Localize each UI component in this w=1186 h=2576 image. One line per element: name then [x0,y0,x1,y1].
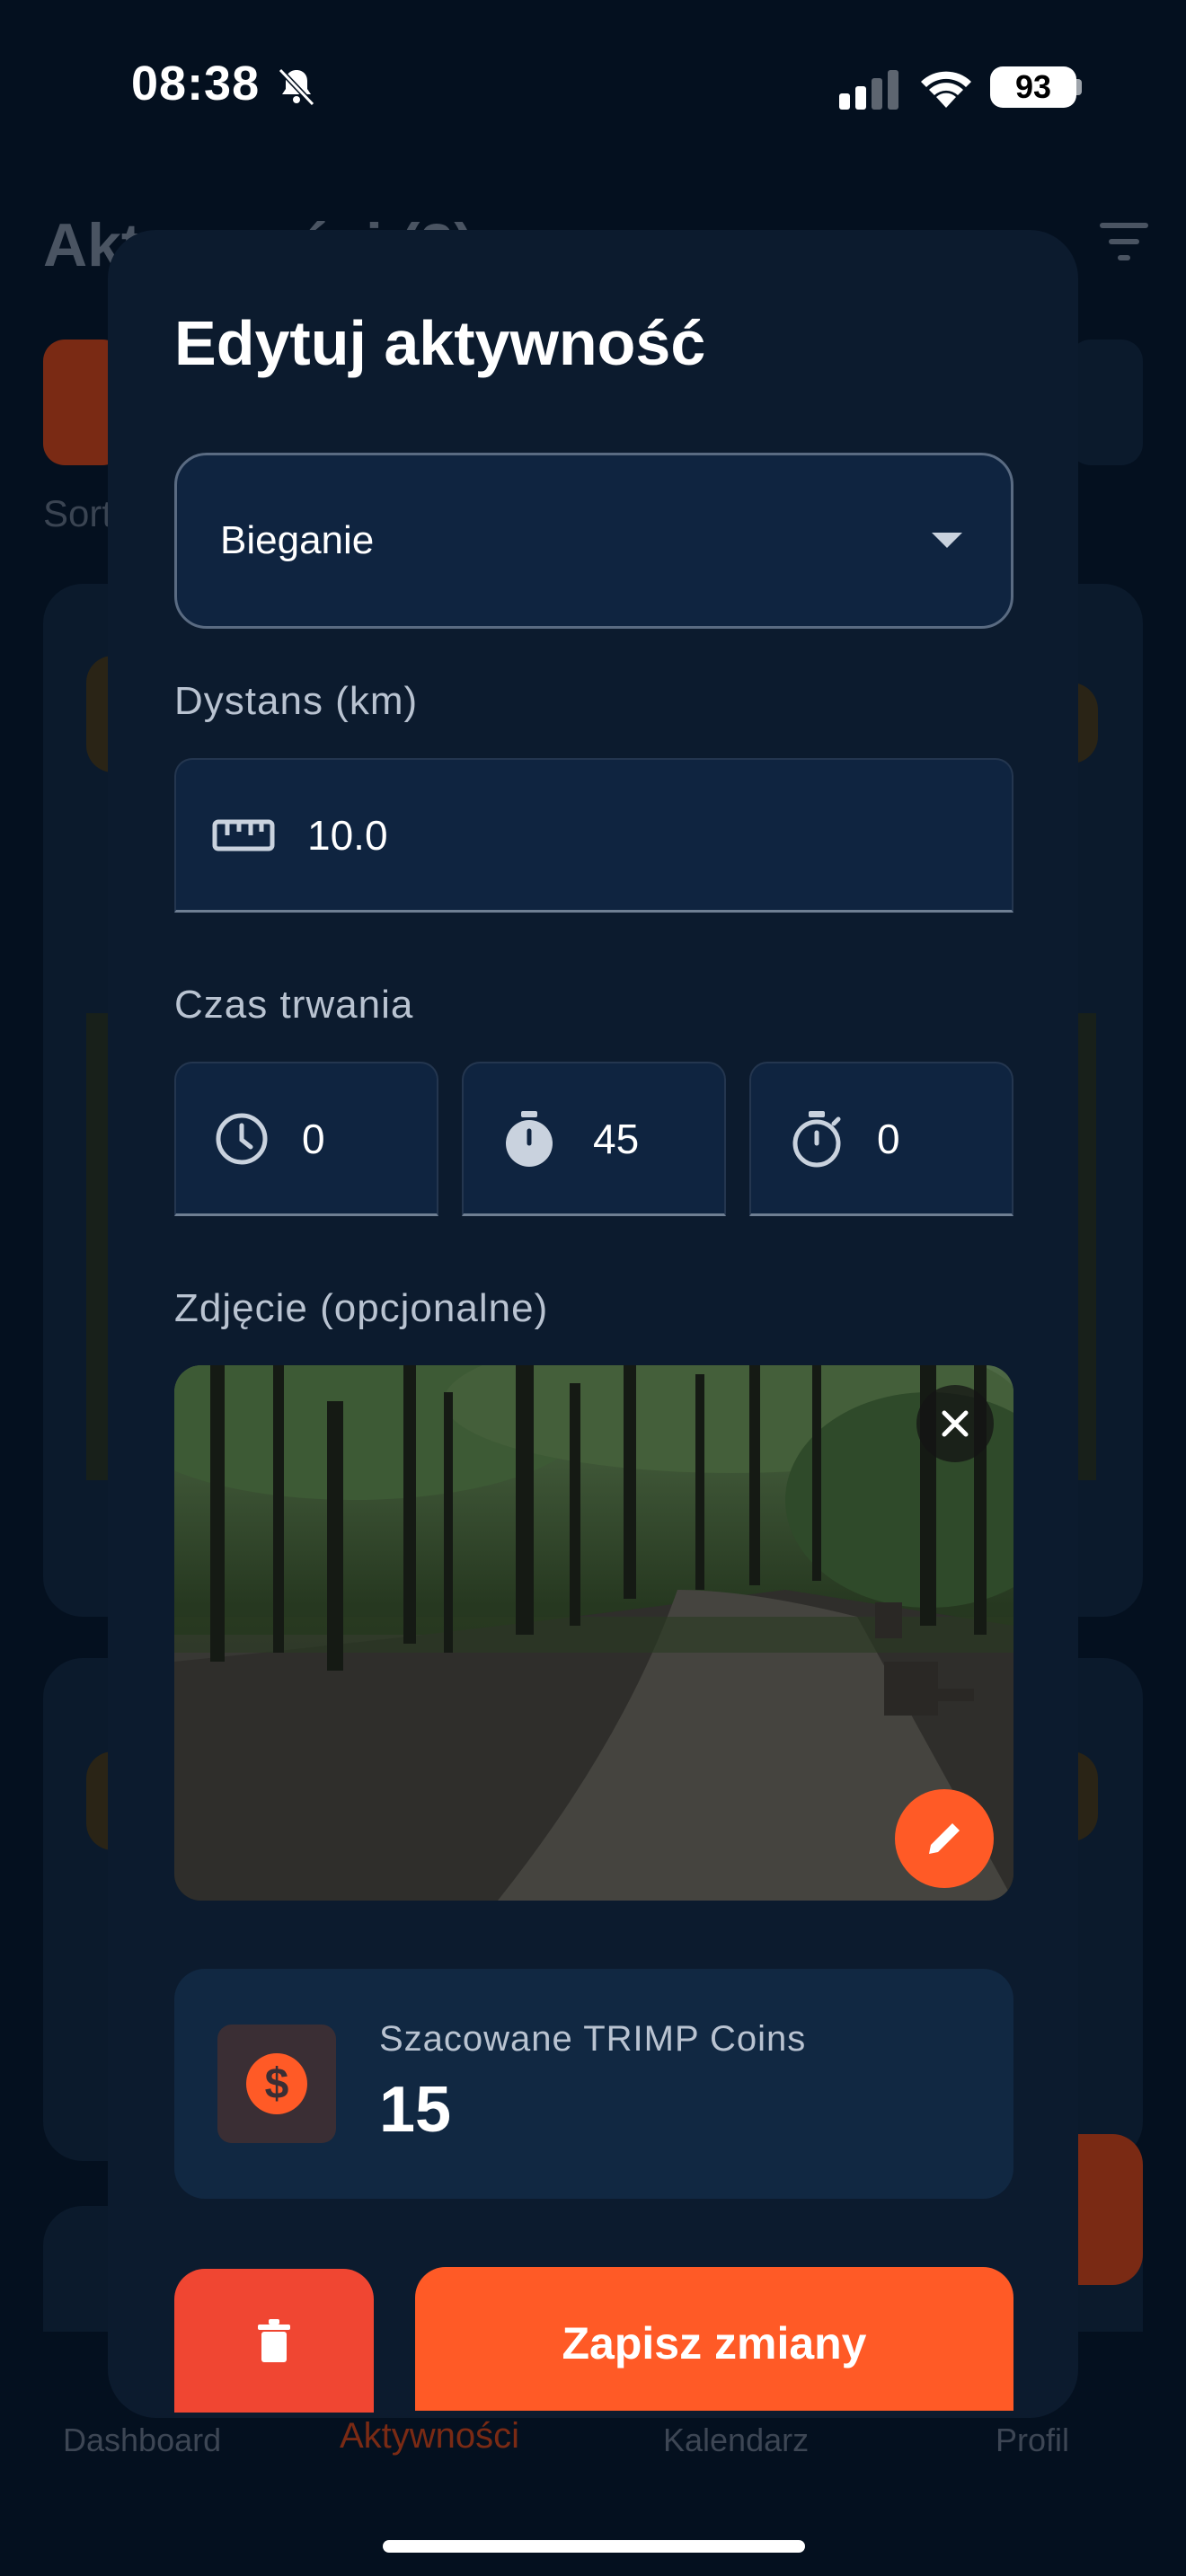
edit-activity-dialog: Edytuj aktywność Bieganie Dystans (km) 1… [108,230,1078,2418]
delete-activity-button[interactable] [174,2269,374,2413]
stopwatch-filled-icon [506,1110,553,1167]
nav-item-kalendarz[interactable]: Kalendarz [663,2422,809,2459]
seconds-field[interactable]: 0 [749,1062,1013,1216]
svg-text:$: $ [265,2060,289,2108]
distance-field[interactable]: 10.0 [174,758,1013,913]
seconds-value: 0 [877,1115,900,1162]
home-indicator [383,2540,805,2553]
edit-photo-button[interactable] [895,1789,994,1888]
stopwatch-outline-icon [792,1110,841,1167]
bell-muted-icon [278,67,315,107]
save-changes-button[interactable]: Zapisz zmiany [415,2267,1013,2411]
status-time: 08:38 [131,57,261,110]
hours-field[interactable]: 0 [174,1062,438,1216]
filter-icon [1100,223,1148,260]
nav-item-aktywnosci[interactable]: Aktywności [340,2416,519,2457]
background-fab [1069,2134,1143,2285]
battery-indicator: 93 [990,66,1076,108]
activity-type-value: Bieganie [220,518,375,562]
pencil-icon [929,1823,960,1854]
photo-label: Zdjęcie (opcjonalne) [174,1286,549,1330]
activity-photo [174,1365,1013,1901]
coins-value: 15 [379,2074,452,2146]
distance-label: Dystans (km) [174,679,419,723]
minutes-field[interactable]: 45 [462,1062,726,1216]
background-toggle [1069,340,1143,465]
remove-photo-button[interactable] [916,1385,994,1462]
distance-value: 10.0 [307,811,388,859]
close-icon [942,1410,969,1437]
duration-label: Czas trwania [174,983,414,1027]
wifi-icon [921,71,971,108]
ruler-icon [212,819,275,851]
cellular-signal-icon [839,70,898,110]
estimated-coins-card: $ Szacowane TRIMP Coins 15 [174,1969,1013,2199]
nav-item-profil[interactable]: Profil [996,2422,1069,2459]
chevron-down-icon [932,533,962,548]
minutes-value: 45 [593,1115,640,1162]
dollar-coin-icon: $ [246,2053,307,2114]
activity-type-select[interactable]: Bieganie [174,453,1013,629]
dialog-title: Edytuj aktywność [174,308,706,378]
coins-label: Szacowane TRIMP Coins [379,2019,807,2059]
trash-icon [258,2319,290,2362]
nav-item-dashboard[interactable]: Dashboard [63,2422,221,2459]
clock-icon [216,1113,268,1164]
save-button-label: Zapisz zmiany [562,2318,867,2369]
forest-path-photo [174,1365,1013,1901]
hours-value: 0 [302,1115,325,1162]
battery-tip [1076,79,1082,95]
coin-icon-container: $ [217,2025,336,2143]
